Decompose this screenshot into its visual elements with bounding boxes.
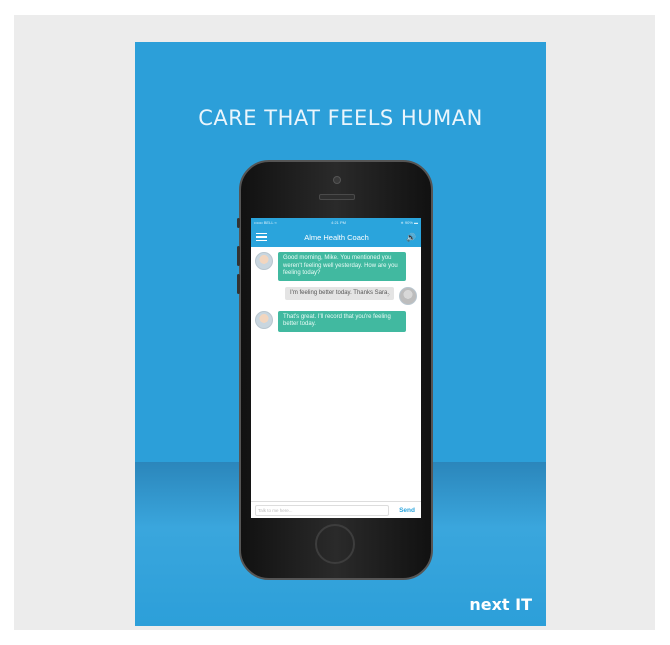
- chat-message-user: I'm feeling better today. Thanks Sara. ✓: [255, 286, 417, 305]
- brand-it: IT: [515, 595, 532, 614]
- poster: CARE THAT FEELS HUMAN •••oo BELL ≈ 4:21 …: [135, 42, 546, 626]
- home-button: [315, 524, 355, 564]
- phone-screen: •••oo BELL ≈ 4:21 PM ∗ 90% ▬ Alme Health…: [251, 218, 421, 518]
- message-text: I'm feeling better today. Thanks Sara.: [290, 289, 389, 296]
- brand-next: next: [469, 595, 510, 614]
- status-carrier: •••oo BELL ≈: [254, 220, 277, 225]
- mute-switch: [237, 218, 240, 228]
- app-title: Alme Health Coach: [304, 232, 369, 242]
- app-header: Alme Health Coach 🔊: [251, 227, 421, 247]
- headline: CARE THAT FEELS HUMAN: [198, 106, 483, 130]
- user-avatar: [399, 286, 417, 305]
- bot-avatar: [255, 310, 273, 329]
- message-input-bar: Talk to me here... Send: [251, 501, 421, 518]
- menu-icon[interactable]: [256, 232, 267, 242]
- bot-avatar: [255, 252, 273, 270]
- send-button[interactable]: Send: [399, 507, 415, 514]
- message-bubble: Good morning, Mike. You mentioned you we…: [278, 252, 406, 281]
- chat-message-bot: That's great. I'll record that you're fe…: [255, 310, 417, 332]
- message-bubble: I'm feeling better today. Thanks Sara. ✓: [285, 286, 394, 300]
- status-battery: ∗ 90% ▬: [400, 220, 418, 225]
- volume-up-button: [237, 246, 240, 266]
- brand-logo: next IT: [469, 595, 532, 614]
- chat-message-bot: Good morning, Mike. You mentioned you we…: [255, 252, 417, 281]
- chat-thread: Good morning, Mike. You mentioned you we…: [251, 247, 421, 343]
- sent-check-icon: ✓: [386, 292, 391, 299]
- status-bar: •••oo BELL ≈ 4:21 PM ∗ 90% ▬: [251, 218, 421, 227]
- phone: •••oo BELL ≈ 4:21 PM ∗ 90% ▬ Alme Health…: [237, 160, 433, 580]
- speaker-icon[interactable]: 🔊: [406, 233, 416, 242]
- earpiece-speaker: [319, 194, 355, 200]
- front-camera: [333, 176, 341, 184]
- volume-down-button: [237, 274, 240, 294]
- status-time: 4:21 PM: [331, 220, 347, 225]
- message-input[interactable]: Talk to me here...: [255, 504, 389, 516]
- message-bubble: That's great. I'll record that you're fe…: [278, 310, 406, 332]
